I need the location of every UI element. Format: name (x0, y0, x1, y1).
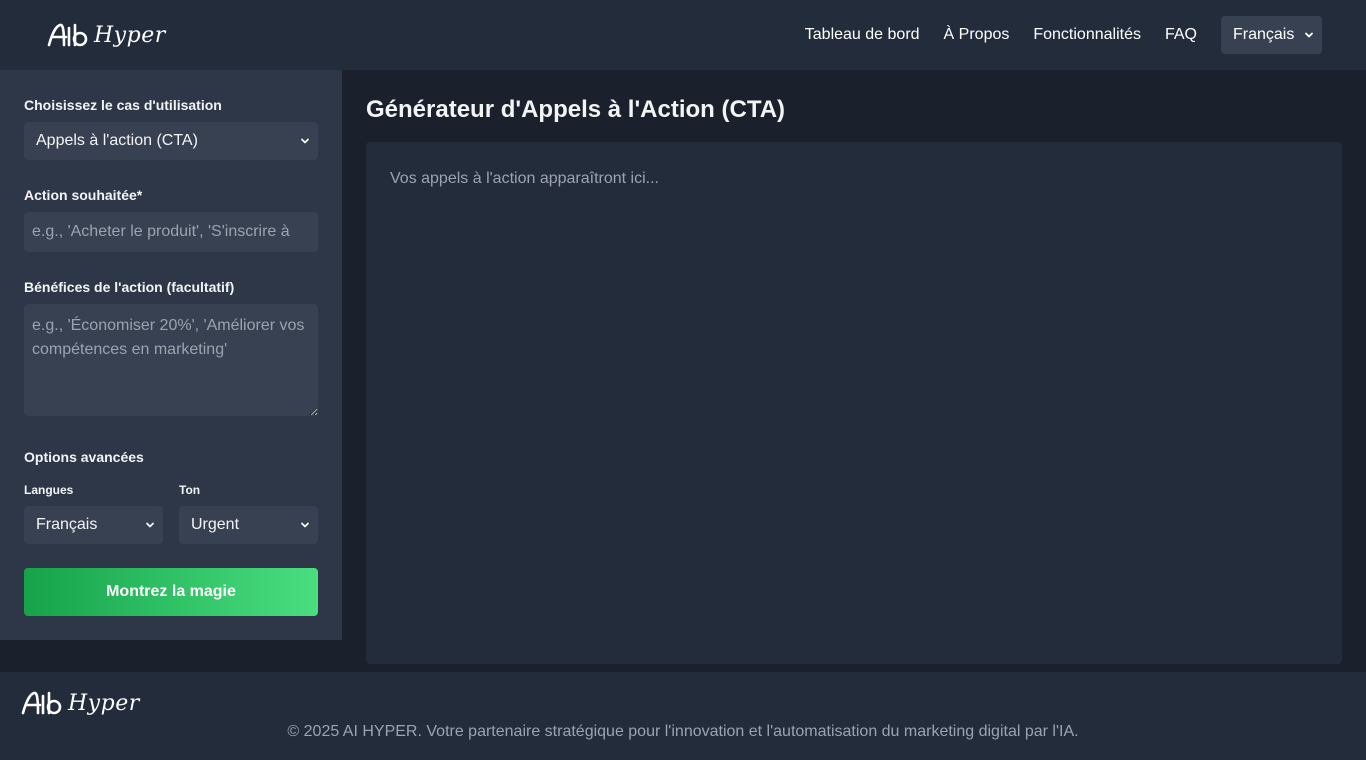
page-footer: Hyper © 2025 AI HYPER. Votre partenaire … (0, 672, 1366, 760)
header-language-value: Français (1233, 26, 1295, 43)
top-header: Hyper Tableau de bord À Propos Fonctionn… (0, 0, 1366, 70)
benefits-textarea[interactable] (24, 304, 318, 416)
chevron-down-icon (301, 522, 309, 528)
chevron-down-icon (301, 138, 309, 144)
ai-logo-icon (47, 23, 88, 47)
languages-value: Français (36, 516, 98, 533)
tone-value: Urgent (191, 516, 240, 533)
nav-faq[interactable]: FAQ (1165, 26, 1197, 44)
nav-about[interactable]: À Propos (944, 26, 1010, 44)
settings-sidebar: Choisissez le cas d'utilisation Appels à… (0, 70, 342, 640)
languages-select[interactable]: Français (24, 506, 163, 544)
brand-logo[interactable]: Hyper (46, 22, 166, 48)
use-case-value: Appels à l'action (CTA) (36, 132, 198, 149)
footer-logo-text: Hyper (68, 690, 140, 716)
use-case-label: Choisissez le cas d'utilisation (24, 97, 222, 113)
output-panel: Vos appels à l'action apparaîtront ici..… (366, 142, 1342, 664)
languages-label: Langues (24, 483, 74, 497)
logo-text: Hyper (94, 22, 166, 48)
output-placeholder: Vos appels à l'action apparaîtront ici..… (390, 170, 659, 187)
tone-label: Ton (179, 483, 201, 497)
action-input[interactable] (24, 212, 318, 252)
action-label: Action souhaitée* (24, 187, 143, 203)
nav-features[interactable]: Fonctionnalités (1033, 26, 1141, 44)
advanced-options-label: Options avancées (24, 449, 144, 465)
footer-logo[interactable]: Hyper (20, 690, 140, 716)
header-language-select[interactable]: Français (1221, 16, 1322, 54)
tone-select[interactable]: Urgent (179, 506, 318, 544)
main-nav: Tableau de bord À Propos Fonctionnalités… (805, 16, 1322, 54)
nav-dashboard[interactable]: Tableau de bord (805, 26, 920, 44)
use-case-select[interactable]: Appels à l'action (CTA) (24, 122, 318, 160)
page-title: Générateur d'Appels à l'Action (CTA) (366, 96, 786, 123)
chevron-down-icon (146, 522, 154, 528)
copyright-text: © 2025 AI HYPER. Votre partenaire straté… (287, 723, 1079, 740)
chevron-down-icon (1305, 32, 1313, 38)
ai-logo-icon (21, 691, 62, 715)
generate-button[interactable]: Montrez la magie (24, 568, 318, 616)
benefits-label: Bénéfices de l'action (facultatif) (24, 279, 235, 295)
